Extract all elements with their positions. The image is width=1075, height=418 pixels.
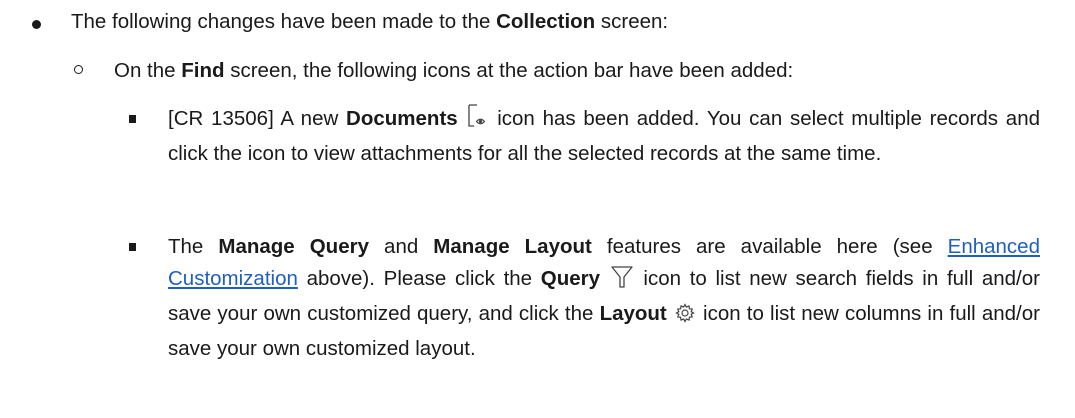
document-view-icon	[467, 104, 487, 138]
text: and	[369, 235, 434, 258]
documents-term: Documents	[346, 107, 458, 130]
manage-layout-term: Manage Layout	[433, 235, 592, 258]
text: screen, the following icons at the actio…	[224, 59, 794, 82]
text: The following changes have been made to …	[71, 10, 497, 33]
text: The	[168, 235, 219, 258]
bullet-disc	[32, 20, 41, 29]
filter-icon	[611, 266, 633, 298]
layout-term: Layout	[599, 302, 667, 325]
collection-changes-paragraph: The following changes have been made to …	[71, 6, 1051, 38]
find-screen-paragraph: On the Find screen, the following icons …	[114, 55, 1064, 87]
text: [CR 13506] A new	[168, 107, 347, 130]
find-term: Find	[181, 59, 225, 82]
bullet-square	[129, 115, 136, 123]
manage-query-layout-paragraph: The Manage Query and Manage Layout featu…	[168, 231, 1040, 365]
release-notes-document: The following changes have been made to …	[0, 0, 1075, 418]
text: features are available here (see	[591, 235, 948, 258]
bullet-square	[129, 243, 136, 251]
text: On the	[114, 59, 182, 82]
documents-icon-paragraph: [CR 13506] A new Documents icon has been…	[168, 103, 1040, 170]
query-term: Query	[540, 267, 601, 290]
bullet-circle	[74, 65, 83, 74]
text: screen:	[595, 10, 669, 33]
manage-query-term: Manage Query	[218, 235, 369, 258]
collection-term: Collection	[496, 10, 596, 33]
gear-icon	[675, 301, 695, 333]
text: above). Please click the	[297, 267, 541, 290]
